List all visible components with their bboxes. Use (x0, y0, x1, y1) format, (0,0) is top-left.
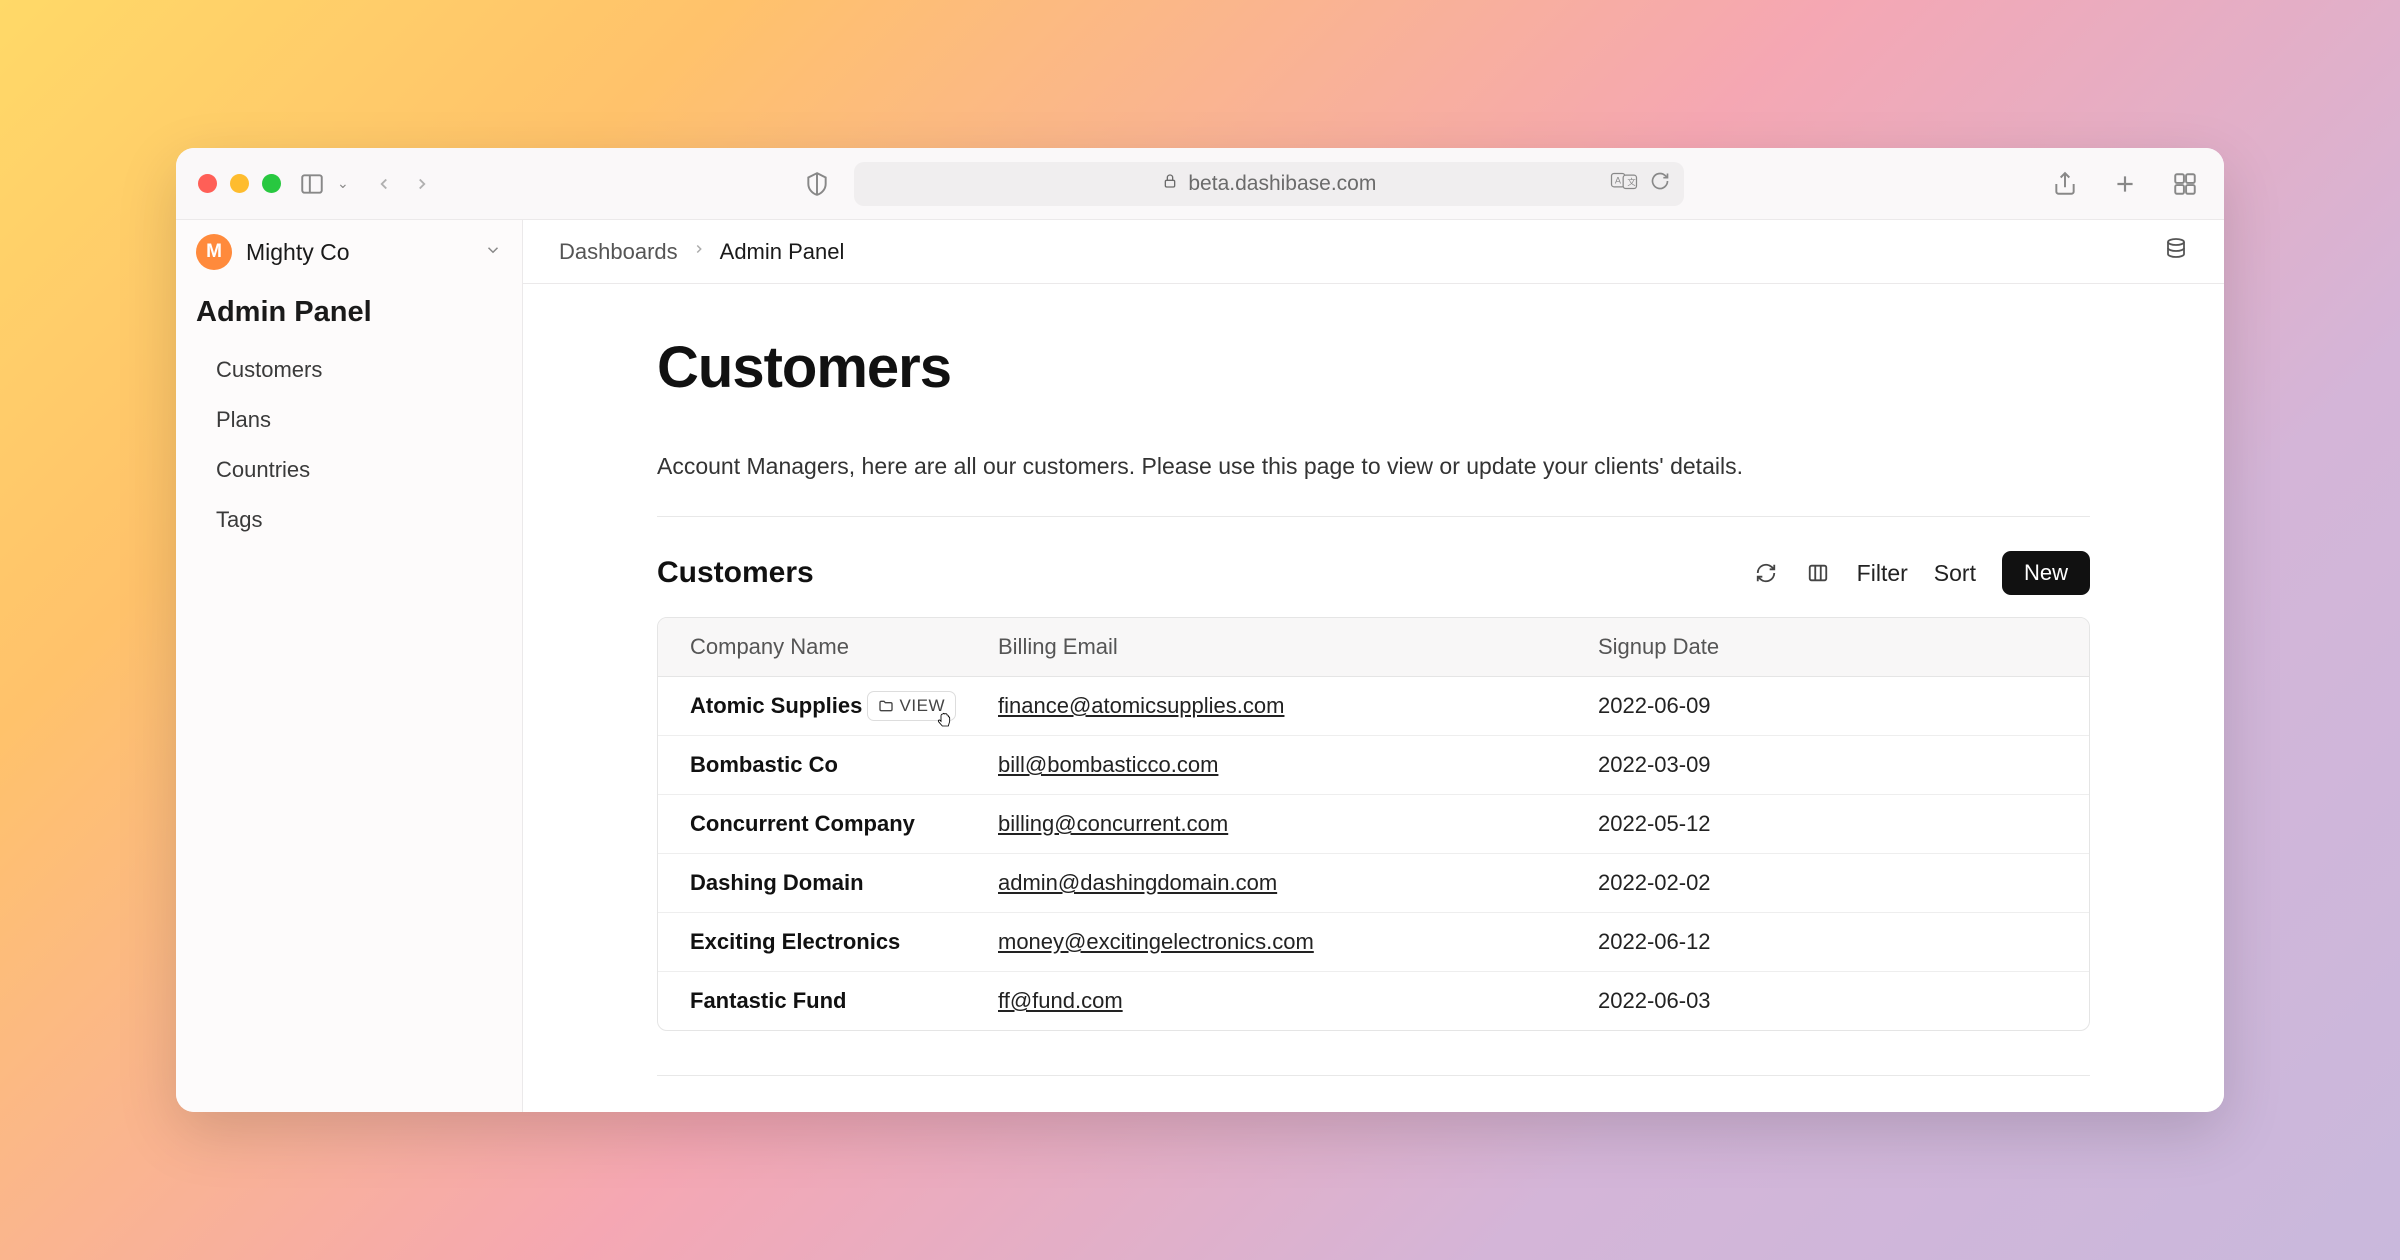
company-name: Bombastic Co (690, 752, 838, 778)
divider (657, 516, 2090, 517)
share-icon[interactable] (2048, 167, 2082, 201)
sort-button[interactable]: Sort (1934, 560, 1976, 587)
breadcrumb-current[interactable]: Admin Panel (720, 239, 845, 265)
cell-company: Bombastic Co (658, 736, 966, 794)
breadcrumb-root[interactable]: Dashboards (559, 239, 678, 265)
cell-signup: 2022-06-09 (1566, 677, 2089, 735)
column-email[interactable]: Billing Email (966, 618, 1566, 676)
cell-company: Dashing Domain (658, 854, 966, 912)
lock-icon (1162, 173, 1178, 194)
divider (657, 1075, 2090, 1076)
email-link[interactable]: ff@fund.com (998, 988, 1123, 1013)
column-company[interactable]: Company Name (658, 618, 966, 676)
page-note: Note: If you need their billing informat… (657, 1110, 2090, 1112)
database-icon[interactable] (2164, 237, 2188, 266)
nav-list: Customers Plans Countries Tags (176, 339, 522, 551)
back-button[interactable] (369, 169, 399, 199)
browser-window: ⌄ beta.dashibase.com A文 (176, 148, 2224, 1112)
table-row[interactable]: Dashing Domain admin@dashingdomain.com 202… (658, 854, 2089, 913)
page-description: Account Managers, here are all our custo… (657, 453, 2090, 480)
company-name: Concurrent Company (690, 811, 915, 837)
company-name: Fantastic Fund (690, 988, 846, 1014)
refresh-icon[interactable] (1753, 560, 1779, 586)
cell-email: ff@fund.com (966, 972, 1566, 1030)
cell-signup: 2022-06-03 (1566, 972, 2089, 1030)
forward-button[interactable] (407, 169, 437, 199)
view-button[interactable]: VIEW (867, 691, 956, 721)
cell-email: money@excitingelectronics.com (966, 913, 1566, 971)
email-link[interactable]: admin@dashingdomain.com (998, 870, 1277, 895)
svg-text:文: 文 (1628, 177, 1637, 187)
filter-button[interactable]: Filter (1857, 560, 1908, 587)
traffic-lights (198, 174, 281, 193)
workspace-name: Mighty Co (246, 239, 470, 266)
chevron-right-icon (692, 242, 706, 261)
company-name: Atomic Supplies (690, 693, 862, 719)
translate-icon[interactable]: A文 (1610, 171, 1638, 197)
sidebar-item-tags[interactable]: Tags (176, 495, 522, 545)
url-text: beta.dashibase.com (1188, 172, 1376, 196)
url-bar[interactable]: beta.dashibase.com A文 (854, 162, 1684, 206)
close-window-button[interactable] (198, 174, 217, 193)
new-button[interactable]: New (2002, 551, 2090, 595)
cell-email: finance@atomicsupplies.com (966, 677, 1566, 735)
table-head-row: Company Name Billing Email Signup Date (658, 618, 2089, 677)
sidebar-dropdown-icon[interactable]: ⌄ (337, 175, 349, 192)
cell-company: Fantastic Fund (658, 972, 966, 1030)
column-signup[interactable]: Signup Date (1566, 618, 2089, 676)
sidebar-toggle-icon[interactable] (295, 167, 329, 201)
cell-signup: 2022-03-09 (1566, 736, 2089, 794)
tabs-grid-icon[interactable] (2168, 167, 2202, 201)
cell-signup: 2022-06-12 (1566, 913, 2089, 971)
new-tab-icon[interactable] (2108, 167, 2142, 201)
table-row[interactable]: Concurrent Company billing@concurrent.com… (658, 795, 2089, 854)
sidebar: M Mighty Co Admin Panel Customers Plans … (176, 220, 523, 1112)
table-row[interactable]: Atomic Supplies VIEW finance@atomicsupplie… (658, 677, 2089, 736)
cell-signup: 2022-02-02 (1566, 854, 2089, 912)
cell-company: Atomic Supplies VIEW (658, 677, 966, 735)
cell-signup: 2022-05-12 (1566, 795, 2089, 853)
main: Dashboards Admin Panel Customers Account… (523, 220, 2224, 1112)
shield-icon[interactable] (800, 167, 834, 201)
email-link[interactable]: bill@bombasticco.com (998, 752, 1218, 777)
cell-company: Concurrent Company (658, 795, 966, 853)
company-name: Exciting Electronics (690, 929, 900, 955)
email-link[interactable]: billing@concurrent.com (998, 811, 1228, 836)
sidebar-item-plans[interactable]: Plans (176, 395, 522, 445)
cell-email: bill@bombasticco.com (966, 736, 1566, 794)
browser-titlebar: ⌄ beta.dashibase.com A文 (176, 148, 2224, 220)
view-label: VIEW (900, 696, 945, 716)
svg-text:A: A (1615, 175, 1622, 185)
company-name: Dashing Domain (690, 870, 864, 896)
chevron-down-icon (484, 241, 502, 264)
email-link[interactable]: finance@atomicsupplies.com (998, 693, 1284, 718)
workspace-avatar: M (196, 234, 232, 270)
table-header: Customers Filter Sort New (657, 551, 2090, 595)
columns-icon[interactable] (1805, 560, 1831, 586)
table-title: Customers (657, 556, 814, 590)
cell-email: billing@concurrent.com (966, 795, 1566, 853)
cell-email: admin@dashingdomain.com (966, 854, 1566, 912)
sidebar-item-customers[interactable]: Customers (176, 345, 522, 395)
sidebar-item-countries[interactable]: Countries (176, 445, 522, 495)
workspace-switcher[interactable]: M Mighty Co (176, 220, 522, 284)
minimize-window-button[interactable] (230, 174, 249, 193)
maximize-window-button[interactable] (262, 174, 281, 193)
reload-icon[interactable] (1650, 171, 1670, 197)
cell-company: Exciting Electronics (658, 913, 966, 971)
topbar: Dashboards Admin Panel (523, 220, 2224, 284)
content: Customers Account Managers, here are all… (523, 284, 2224, 1112)
panel-title: Admin Panel (176, 284, 522, 339)
email-link[interactable]: money@excitingelectronics.com (998, 929, 1314, 954)
table-row[interactable]: Exciting Electronics money@excitingelectr… (658, 913, 2089, 972)
page-title: Customers (657, 334, 2090, 401)
table-row[interactable]: Bombastic Co bill@bombasticco.com 2022-03-… (658, 736, 2089, 795)
customers-table: Company Name Billing Email Signup Date A… (657, 617, 2090, 1031)
table-row[interactable]: Fantastic Fund ff@fund.com 2022-06-03 (658, 972, 2089, 1030)
